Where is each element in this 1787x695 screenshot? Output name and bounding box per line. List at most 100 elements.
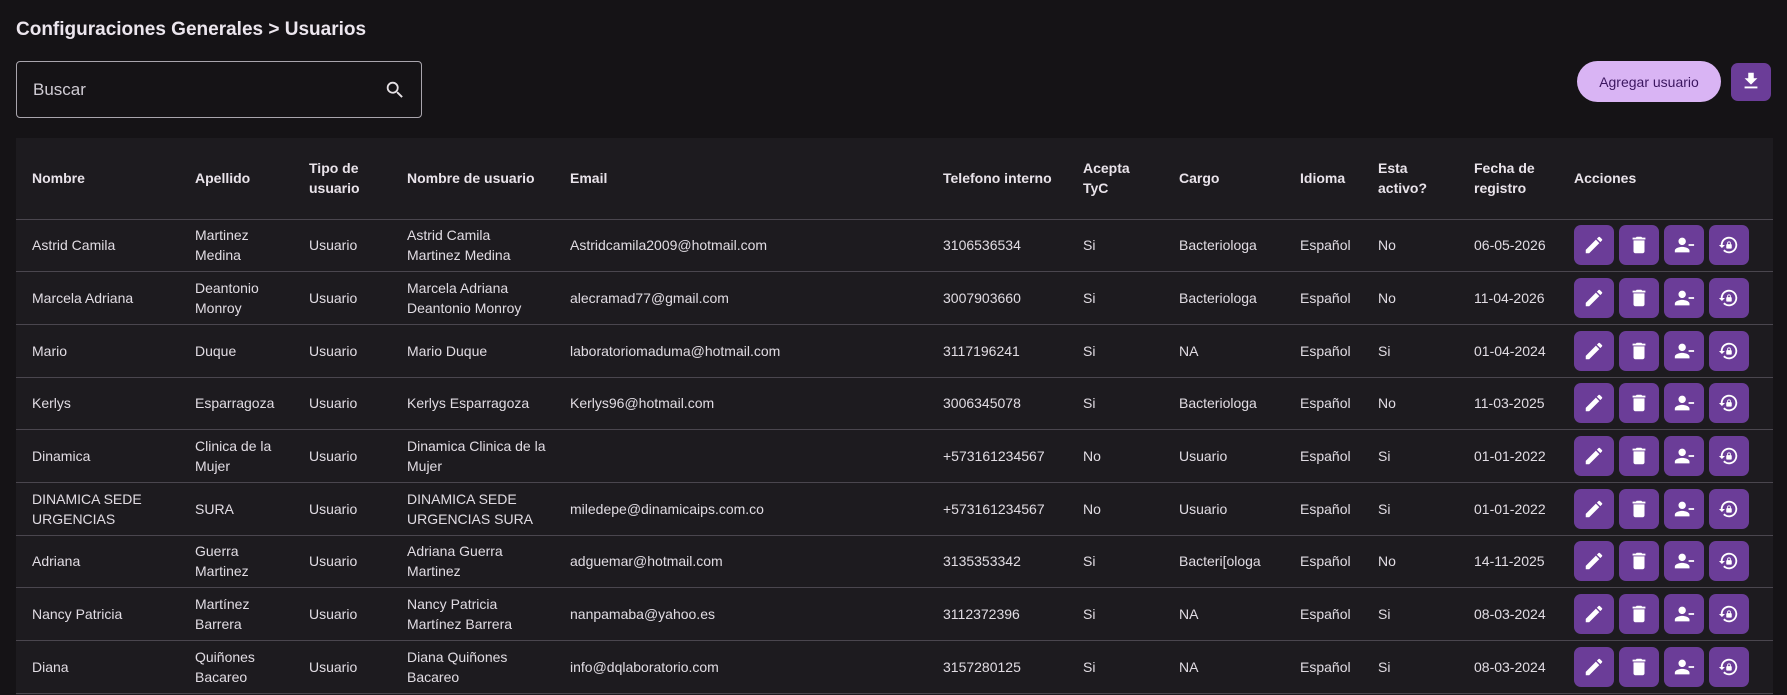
cell-telefono: 3006345078 — [927, 377, 1067, 431]
cell-acciones — [1558, 640, 1773, 694]
cell-idioma: Español — [1284, 482, 1362, 536]
col-nombre[interactable]: Nombre — [16, 138, 179, 220]
delete-button[interactable] — [1619, 225, 1659, 266]
cell-email: Kerlys96@hotmail.com — [554, 377, 927, 431]
cell-tipo-usuario: Usuario — [293, 482, 391, 536]
reset-password-button[interactable] — [1709, 278, 1749, 319]
remove-user-button[interactable] — [1664, 594, 1704, 635]
reset-password-button[interactable] — [1709, 594, 1749, 635]
cell-tipo-usuario: Usuario — [293, 377, 391, 431]
search-icon[interactable] — [384, 79, 406, 101]
delete-button[interactable] — [1619, 488, 1659, 529]
cell-apellido: Guerra Martinez — [179, 535, 293, 589]
reset-password-button[interactable] — [1709, 383, 1749, 424]
breadcrumb: Configuraciones Generales > Usuarios — [16, 19, 367, 40]
remove-user-button[interactable] — [1664, 488, 1704, 529]
col-email[interactable]: Email — [554, 138, 927, 220]
cell-apellido: Martinez Medina — [179, 219, 293, 273]
edit-button[interactable] — [1574, 330, 1614, 371]
cell-apellido: Duque — [179, 324, 293, 378]
col-apellido[interactable]: Apellido — [179, 138, 293, 220]
delete-button[interactable] — [1619, 436, 1659, 477]
cell-fecha-registro: 11-03-2025 — [1458, 377, 1558, 431]
remove-user-icon — [1673, 287, 1695, 309]
cell-cargo: Bacteriologa — [1163, 271, 1284, 325]
col-esta-activo[interactable]: Esta activo? — [1362, 138, 1458, 220]
edit-button[interactable] — [1574, 541, 1614, 582]
edit-button[interactable] — [1574, 436, 1614, 477]
delete-icon — [1628, 392, 1650, 414]
cell-tipo-usuario: Usuario — [293, 324, 391, 378]
remove-user-button[interactable] — [1664, 383, 1704, 424]
edit-icon — [1583, 234, 1605, 256]
table-row: DINAMICA SEDE URGENCIAS SURA Usuario DINAMI… — [16, 482, 1773, 536]
edit-button[interactable] — [1574, 383, 1614, 424]
cell-cargo: NA — [1163, 324, 1284, 378]
row-actions — [1574, 278, 1765, 319]
cell-esta-activo: Si — [1362, 482, 1458, 536]
cell-fecha-registro: 08-03-2024 — [1458, 587, 1558, 641]
reset-password-button[interactable] — [1709, 646, 1749, 687]
users-page: Configuraciones Generales > Usuarios Agr… — [0, 0, 1787, 695]
row-actions — [1574, 225, 1765, 266]
remove-user-button[interactable] — [1664, 646, 1704, 687]
cell-acciones — [1558, 587, 1773, 641]
remove-user-button[interactable] — [1664, 278, 1704, 319]
cell-idioma: Español — [1284, 587, 1362, 641]
edit-button[interactable] — [1574, 646, 1614, 687]
remove-user-button[interactable] — [1664, 436, 1704, 477]
reset-password-button[interactable] — [1709, 488, 1749, 529]
col-fecha-registro[interactable]: Fecha de registro — [1458, 138, 1558, 220]
cell-apellido: Quiñones Bacareo — [179, 640, 293, 694]
cell-acciones — [1558, 271, 1773, 325]
col-tipo-usuario[interactable]: Tipo de usuario — [293, 138, 391, 220]
table-row: Marcela Adriana Deantonio Monroy Usuario Ma… — [16, 271, 1773, 325]
cell-cargo: Bacteriologa — [1163, 219, 1284, 273]
delete-button[interactable] — [1619, 594, 1659, 635]
delete-button[interactable] — [1619, 330, 1659, 371]
add-user-button[interactable]: Agregar usuario — [1577, 61, 1721, 102]
delete-icon — [1628, 656, 1650, 678]
row-actions — [1574, 594, 1765, 635]
table-row: Nancy Patricia Martínez Barrera Usuario Nan… — [16, 587, 1773, 641]
col-idioma[interactable]: Idioma — [1284, 138, 1362, 220]
edit-button[interactable] — [1574, 488, 1614, 529]
cell-fecha-registro: 01-01-2022 — [1458, 482, 1558, 536]
remove-user-button[interactable] — [1664, 541, 1704, 582]
remove-user-icon — [1673, 445, 1695, 467]
row-actions — [1574, 541, 1765, 582]
remove-user-icon — [1673, 392, 1695, 414]
reset-password-button[interactable] — [1709, 225, 1749, 266]
cell-acepta-tyc: No — [1067, 482, 1163, 536]
cell-esta-activo: Si — [1362, 429, 1458, 483]
delete-button[interactable] — [1619, 646, 1659, 687]
remove-user-button[interactable] — [1664, 225, 1704, 266]
cell-idioma: Español — [1284, 640, 1362, 694]
table-row: Astrid Camila Martinez Medina Usuario Astri… — [16, 219, 1773, 273]
cell-telefono: 3112372396 — [927, 587, 1067, 641]
reset-password-icon — [1718, 498, 1740, 520]
download-button[interactable] — [1731, 63, 1771, 101]
reset-password-button[interactable] — [1709, 436, 1749, 477]
row-actions — [1574, 436, 1765, 477]
col-cargo[interactable]: Cargo — [1163, 138, 1284, 220]
col-acciones: Acciones — [1558, 138, 1773, 220]
col-acepta-tyc[interactable]: Acepta TyC — [1067, 138, 1163, 220]
col-nombre-usuario[interactable]: Nombre de usuario — [391, 138, 554, 220]
search-box[interactable] — [16, 61, 422, 118]
reset-password-button[interactable] — [1709, 541, 1749, 582]
delete-button[interactable] — [1619, 383, 1659, 424]
delete-button[interactable] — [1619, 278, 1659, 319]
col-telefono[interactable]: Telefono interno — [927, 138, 1067, 220]
edit-button[interactable] — [1574, 225, 1614, 266]
delete-button[interactable] — [1619, 541, 1659, 582]
cell-nombre-usuario: Adriana Guerra Martinez — [391, 535, 554, 589]
edit-button[interactable] — [1574, 594, 1614, 635]
cell-acepta-tyc: Si — [1067, 377, 1163, 431]
remove-user-button[interactable] — [1664, 330, 1704, 371]
edit-button[interactable] — [1574, 278, 1614, 319]
search-input[interactable] — [33, 79, 353, 100]
row-actions — [1574, 330, 1765, 371]
cell-tipo-usuario: Usuario — [293, 587, 391, 641]
reset-password-button[interactable] — [1709, 330, 1749, 371]
